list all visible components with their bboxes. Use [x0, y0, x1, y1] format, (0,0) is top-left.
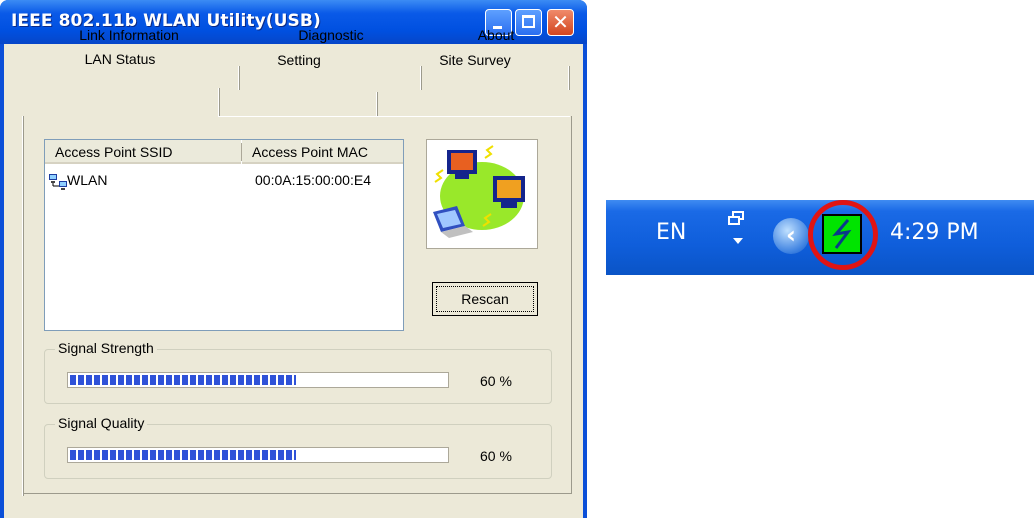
signal-quality-value: 60 %: [480, 448, 512, 464]
panel-left-edge: [22, 116, 23, 496]
tab-divider: [376, 92, 377, 116]
focus-outline: [436, 286, 534, 312]
signal-strength-fill: [70, 375, 296, 385]
wireless-network-computers-icon: [433, 145, 525, 238]
column-header-mac[interactable]: Access Point MAC: [242, 140, 403, 164]
show-hidden-icons-button[interactable]: ‹: [773, 218, 809, 254]
tab-setting[interactable]: Setting: [224, 48, 374, 72]
signal-strength-group: Signal Strength 60 %: [44, 340, 552, 404]
highlight-circle: [808, 200, 878, 270]
signal-quality-bar: [67, 447, 449, 463]
ap-row-mac[interactable]: 00:0A:15:00:00:E4: [255, 172, 371, 188]
tab-site-survey[interactable]: Site Survey: [380, 48, 570, 72]
tab-lan-status[interactable]: LAN Status: [24, 47, 216, 71]
signal-strength-value: 60 %: [480, 373, 512, 389]
signal-quality-label: Signal Quality: [55, 415, 148, 431]
column-header-ssid[interactable]: Access Point SSID: [45, 140, 241, 164]
network-status-icon[interactable]: [727, 210, 749, 250]
tab-diagnostic[interactable]: Diagnostic: [250, 23, 412, 47]
tab-divider: [218, 88, 219, 116]
tab-about[interactable]: About: [430, 23, 562, 47]
signal-quality-group: Signal Quality 60 %: [44, 415, 552, 479]
ap-row-ssid[interactable]: WLAN: [67, 172, 107, 188]
rescan-button[interactable]: Rescan: [432, 282, 538, 316]
tab-link-information[interactable]: Link Information: [50, 23, 208, 47]
signal-strength-bar: [67, 372, 449, 388]
language-indicator[interactable]: EN: [656, 220, 686, 245]
access-point-list[interactable]: Access Point SSID Access Point MAC WLAN …: [44, 139, 404, 331]
signal-quality-fill: [70, 450, 296, 460]
chevron-left-icon: ‹: [786, 221, 796, 249]
signal-strength-label: Signal Strength: [55, 340, 157, 356]
network-computers-icon: [49, 174, 67, 190]
network-illustration: [426, 139, 538, 249]
clock[interactable]: 4:29 PM: [890, 220, 979, 245]
